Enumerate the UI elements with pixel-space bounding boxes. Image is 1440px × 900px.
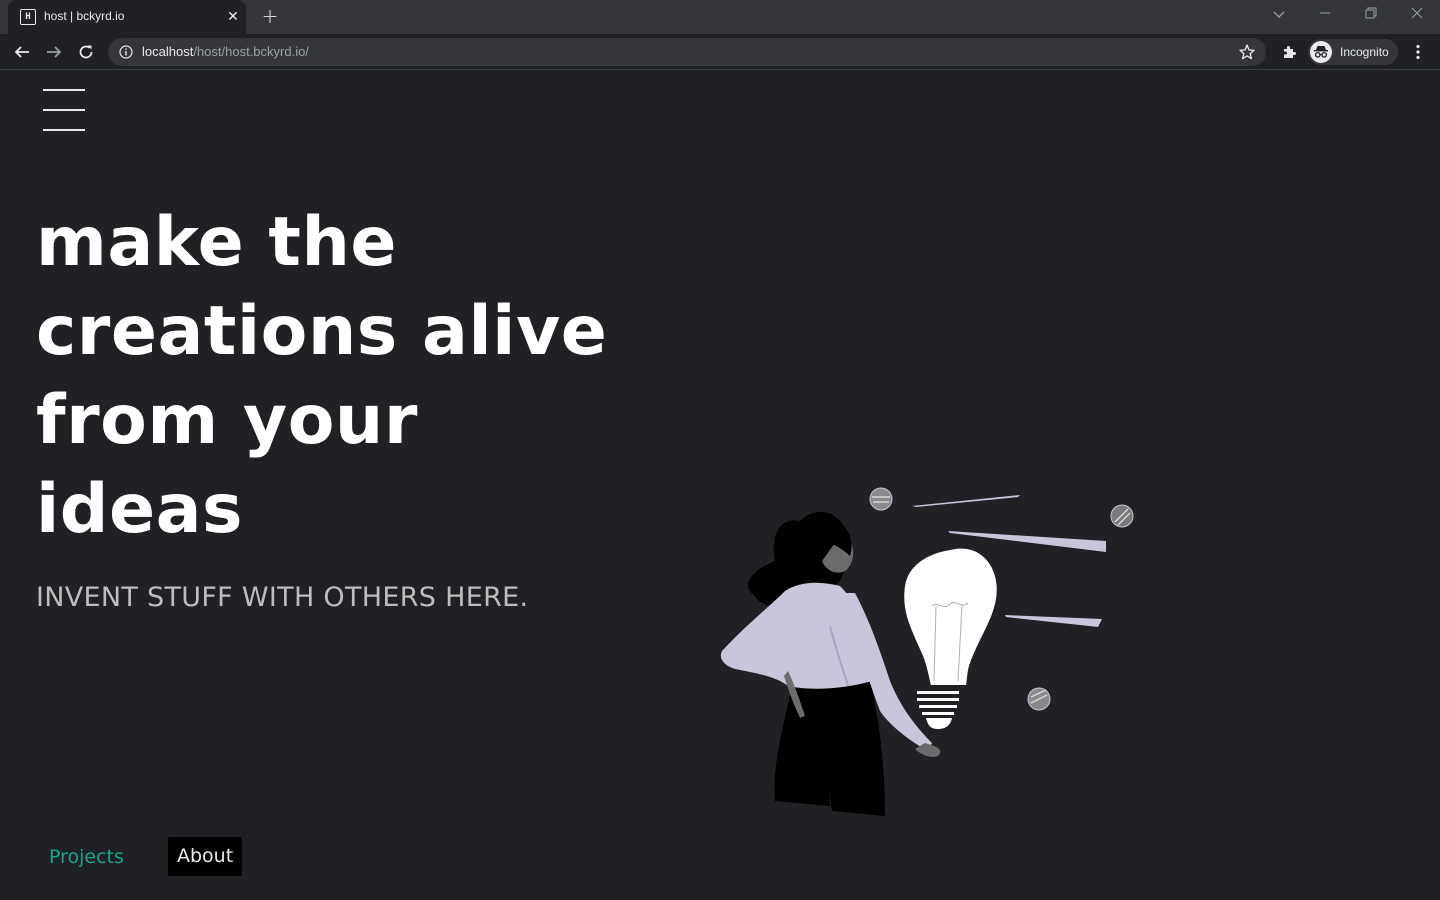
window-close-icon[interactable]	[1402, 4, 1432, 28]
nav-link-projects[interactable]: Projects	[49, 846, 124, 868]
browser-tabstrip: H host | bckyrd.io ✕ +	[0, 0, 1440, 34]
floating-orb	[869, 487, 893, 511]
menu-line	[43, 129, 85, 131]
menu-line	[43, 109, 85, 111]
tab-close-icon[interactable]: ✕	[224, 8, 242, 26]
hamburger-menu-icon[interactable]	[43, 89, 85, 133]
reload-icon[interactable]	[74, 40, 98, 64]
site-info-icon[interactable]	[119, 45, 133, 59]
tab-search-icon[interactable]	[1264, 4, 1294, 28]
profile-label: Incognito	[1340, 45, 1389, 59]
browser-menu-kebab-icon[interactable]	[1406, 40, 1430, 64]
new-tab-button[interactable]: +	[258, 5, 282, 29]
hero-heading-line: from your	[36, 381, 418, 460]
browser-tab[interactable]: H host | bckyrd.io ✕	[8, 0, 246, 34]
bookmark-star-icon[interactable]	[1238, 43, 1256, 61]
floating-orb	[1027, 687, 1051, 711]
incognito-icon	[1310, 41, 1332, 63]
hero-heading-line: creations alive	[36, 292, 608, 371]
tab-title: host | bckyrd.io	[44, 9, 125, 23]
motion-streak	[1005, 615, 1102, 627]
restore-icon[interactable]	[1356, 4, 1386, 28]
hero-subheading: INVENT STUFF WITH OTHERS HERE.	[36, 582, 529, 613]
nav-link-about[interactable]: About	[168, 837, 243, 876]
forward-arrow-icon[interactable]	[42, 40, 66, 64]
hero-heading: make the creations alive from your ideas	[36, 198, 636, 554]
extensions-puzzle-icon[interactable]	[1278, 40, 1302, 64]
incognito-profile-button[interactable]: Incognito	[1308, 39, 1398, 65]
woman-holding-lightbulb-illustration	[720, 487, 1134, 816]
hero-heading-line: make the	[36, 203, 397, 282]
floating-orb	[1110, 504, 1134, 528]
tab-favicon-icon: H	[20, 9, 36, 25]
url-text: localhost/host/host.bckyrd.io/	[142, 44, 309, 59]
menu-line	[43, 89, 85, 91]
motion-streak	[912, 495, 1020, 507]
browser-toolbar: localhost/host/host.bckyrd.io/ Incognito	[0, 34, 1440, 70]
pants	[774, 681, 885, 816]
hero-heading-line: ideas	[36, 470, 243, 549]
back-arrow-icon[interactable]	[10, 40, 34, 64]
address-bar[interactable]: localhost/host/host.bckyrd.io/	[108, 38, 1266, 66]
page-content: make the creations alive from your ideas…	[0, 71, 1440, 900]
minimize-icon[interactable]	[1310, 4, 1340, 28]
lightbulb-icon	[902, 546, 999, 729]
